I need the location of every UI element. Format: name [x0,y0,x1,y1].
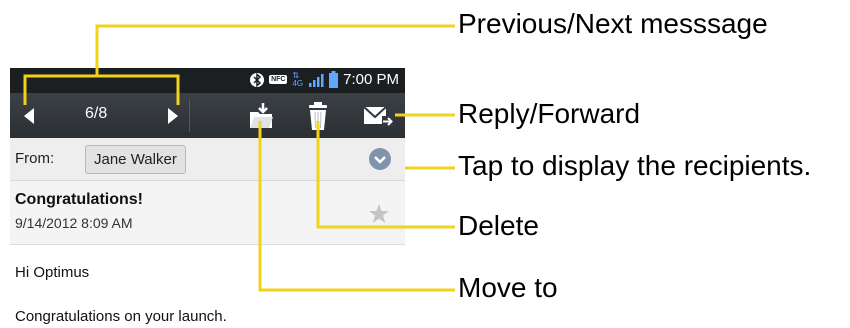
callout-delete: Delete [458,210,539,241]
callout-recipients: Tap to display the recipients. [458,150,812,181]
callout-move-to: Move to [458,272,558,303]
callout-prev-next: Previous/Next messsage [458,8,768,39]
callout-reply-forward: Reply/Forward [458,98,641,129]
